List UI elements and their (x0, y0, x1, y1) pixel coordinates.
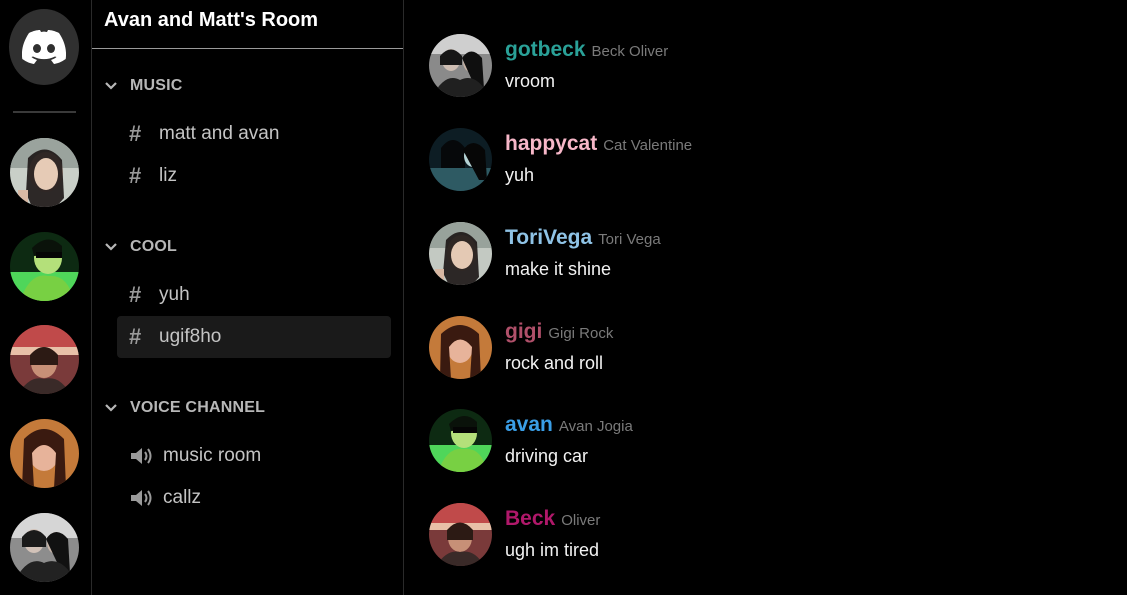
category-voice-channel[interactable]: VOICE CHANNEL (104, 399, 265, 417)
category-label: COOL (130, 238, 178, 255)
channel-label: liz (159, 165, 177, 186)
hash-icon: # (129, 324, 142, 349)
real-name: Beck Oliver (591, 43, 669, 60)
channel-ugif8ho[interactable]: # ugif8ho (117, 316, 391, 358)
real-name: Gigi Rock (548, 325, 614, 342)
server-icon-3[interactable] (10, 325, 79, 394)
category-cool[interactable]: COOL (104, 238, 177, 256)
category-label: MUSIC (130, 77, 183, 94)
avatar[interactable] (429, 409, 492, 472)
channel-label: yuh (159, 284, 190, 305)
hash-icon: # (129, 282, 142, 307)
avatar[interactable] (429, 316, 492, 379)
channel-label: callz (163, 487, 202, 508)
home-button[interactable] (9, 9, 79, 85)
discord-logo-icon (22, 30, 66, 64)
message-item: Beck Oliver ugh im tired (429, 503, 1079, 573)
avatar[interactable] (429, 222, 492, 285)
message-text: ugh im tired (505, 540, 600, 560)
message-text: make it shine (505, 259, 612, 279)
title-divider (92, 48, 403, 49)
username-text: ToriVega (505, 226, 593, 249)
message-text: vroom (505, 71, 556, 91)
channel-label: music room (163, 445, 262, 466)
message-text: rock and roll (505, 353, 604, 373)
server-icon-1[interactable] (10, 138, 79, 207)
username[interactable]: gigi Gigi Rock (505, 320, 613, 344)
username[interactable]: gotbeck Beck Oliver (505, 38, 668, 62)
username-text: gotbeck (505, 38, 586, 61)
avatar[interactable] (429, 503, 492, 566)
server-rail (0, 0, 92, 595)
message-item: ToriVega Tori Vega make it shine (429, 222, 1079, 292)
channel-label: ugif8ho (159, 326, 222, 347)
username[interactable]: happycat Cat Valentine (505, 132, 692, 156)
real-name: Cat Valentine (603, 137, 693, 154)
channel-label: matt and avan (159, 123, 280, 144)
channel-matt-and-avan[interactable]: # matt and avan (117, 113, 391, 155)
channel-callz[interactable]: callz (117, 477, 391, 519)
chevron-down-icon (105, 82, 117, 90)
message-item: avan Avan Jogia driving car (429, 409, 1079, 479)
room-title: Avan and Matt's Room (104, 9, 319, 31)
rail-separator (13, 111, 76, 113)
message-item: happycat Cat Valentine yuh (429, 128, 1079, 198)
username[interactable]: ToriVega Tori Vega (505, 226, 661, 250)
username-text: Beck (505, 507, 556, 530)
category-music[interactable]: MUSIC (104, 77, 183, 95)
server-icon-2[interactable] (10, 232, 79, 301)
avatar[interactable] (429, 128, 492, 191)
speaker-icon (129, 488, 159, 508)
message-text: driving car (505, 446, 589, 466)
message-text: yuh (505, 165, 535, 185)
chevron-down-icon (105, 243, 117, 251)
server-icon-5[interactable] (10, 513, 79, 582)
chevron-down-icon (105, 404, 117, 412)
message-item: gigi Gigi Rock rock and roll (429, 316, 1079, 386)
hash-icon: # (129, 163, 142, 188)
message-list: gotbeck Beck Oliver vroom happycat Cat Val… (404, 0, 1127, 595)
username[interactable]: avan Avan Jogia (505, 413, 633, 437)
real-name: Oliver (561, 512, 601, 529)
avatar[interactable] (429, 34, 492, 97)
category-label: VOICE CHANNEL (130, 399, 266, 416)
hash-icon: # (129, 121, 142, 146)
speaker-icon (129, 446, 159, 466)
message-item: gotbeck Beck Oliver vroom (429, 34, 1079, 104)
username-text: happycat (505, 132, 598, 155)
channel-liz[interactable]: # liz (117, 155, 391, 197)
real-name: Avan Jogia (558, 418, 633, 435)
real-name: Tori Vega (598, 231, 661, 248)
username-text: avan (505, 413, 553, 436)
username[interactable]: Beck Oliver (505, 507, 600, 531)
channel-list: Avan and Matt's Room MUSIC # matt and av… (92, 0, 404, 595)
username-text: gigi (505, 320, 543, 343)
channel-music-room[interactable]: music room (117, 435, 391, 477)
server-icon-4[interactable] (10, 419, 79, 488)
channel-yuh[interactable]: # yuh (117, 274, 391, 316)
